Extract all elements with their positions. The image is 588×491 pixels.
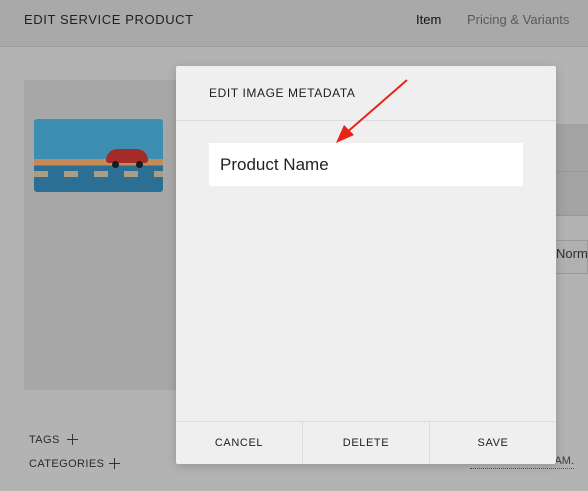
page-title: EDIT SERVICE PRODUCT [24, 12, 194, 27]
product-image-thumbnail[interactable] [34, 119, 163, 192]
delete-button[interactable]: DELETE [302, 422, 429, 464]
categories-label: CATEGORIES [29, 458, 105, 470]
divider [176, 120, 556, 121]
thumbnail-road [34, 171, 163, 177]
edit-image-metadata-dialog: EDIT IMAGE METADATA CANCEL DELETE SAVE [176, 66, 556, 464]
save-button[interactable]: SAVE [429, 422, 556, 464]
dialog-footer: CANCEL DELETE SAVE [176, 421, 556, 464]
thumbnail-wheel [112, 161, 119, 168]
plus-icon[interactable] [67, 434, 78, 445]
background-select-label: Norm [556, 246, 588, 261]
tab-item[interactable]: Item [416, 12, 441, 27]
tags-label: TAGS [29, 434, 60, 446]
background-field [556, 172, 588, 216]
dialog-title: EDIT IMAGE METADATA [209, 86, 356, 100]
page-header: EDIT SERVICE PRODUCT Item Pricing & Vari… [0, 0, 588, 47]
tab-pricing-variants[interactable]: Pricing & Variants [467, 12, 569, 27]
cancel-button[interactable]: CANCEL [176, 422, 302, 464]
plus-icon[interactable] [109, 458, 120, 469]
image-title-input[interactable] [209, 143, 523, 186]
thumbnail-wheel [136, 161, 143, 168]
background-field [556, 124, 588, 172]
